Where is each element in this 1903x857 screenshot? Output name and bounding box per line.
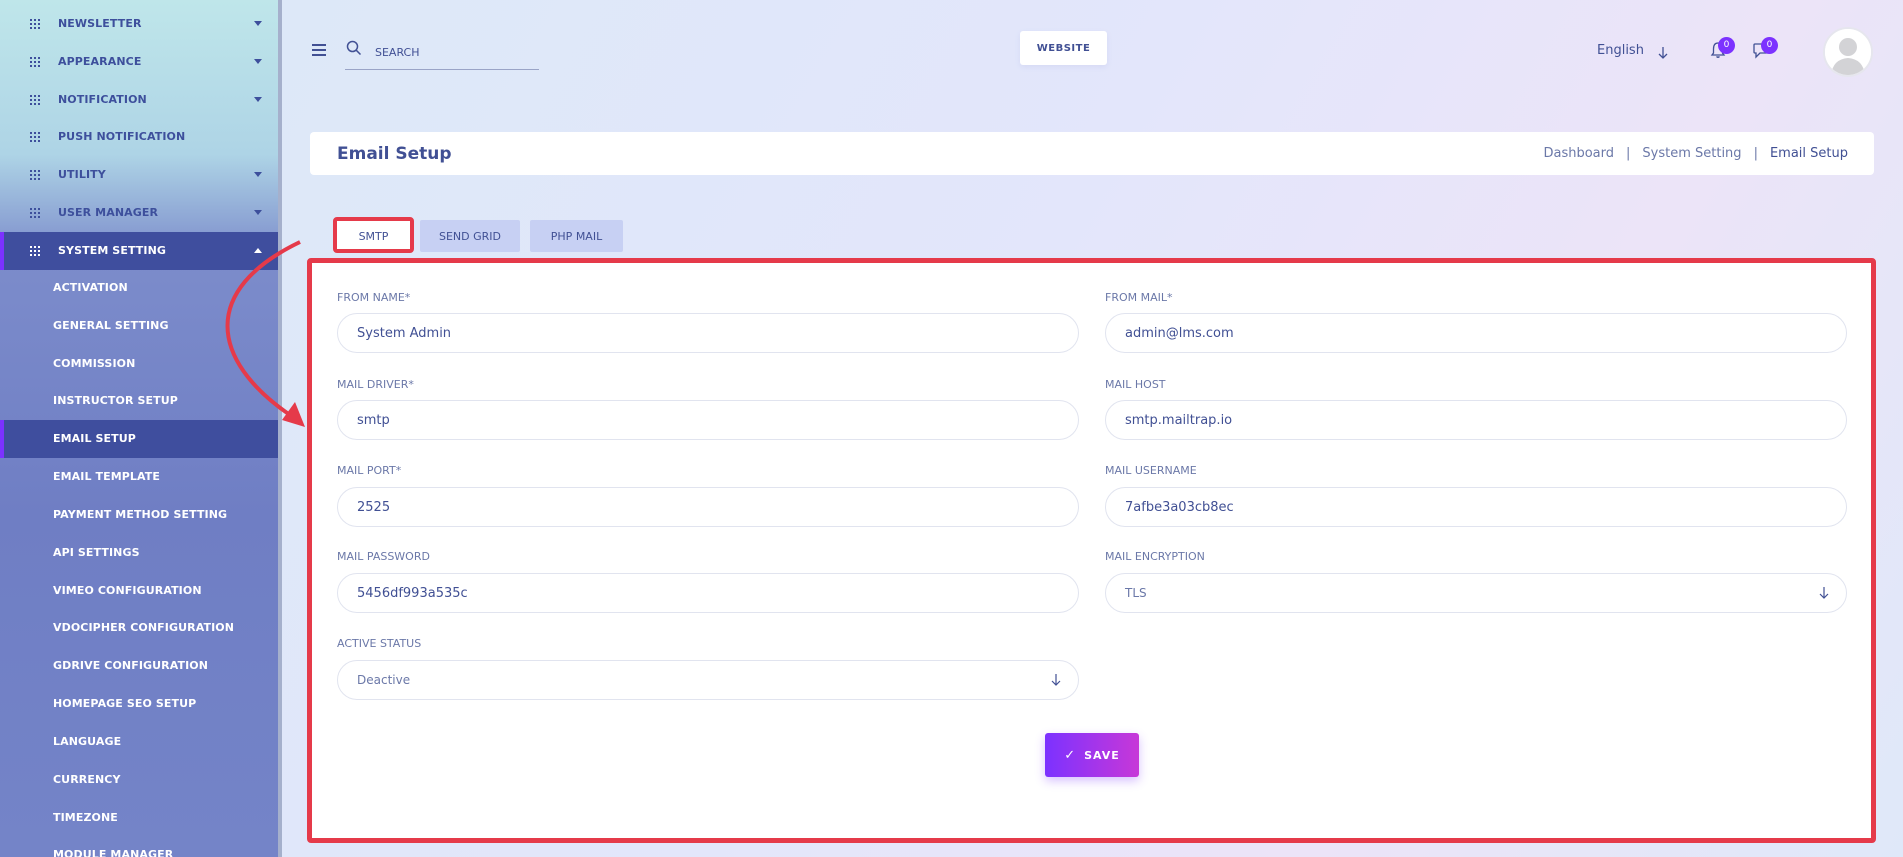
- sidebar-subitem-module-manager[interactable]: MODULE MANAGER: [0, 836, 280, 857]
- website-button[interactable]: WEBSITE: [1020, 31, 1107, 65]
- sidebar-subitem-label: EMAIL TEMPLATE: [53, 470, 161, 483]
- avatar[interactable]: [1823, 27, 1873, 77]
- sidebar-subitem-label: GENERAL SETTING: [53, 319, 169, 332]
- grid-icon: [30, 19, 40, 29]
- sidebar-item-label: SYSTEM SETTING: [58, 244, 167, 257]
- sidebar-subitem-label: API SETTINGS: [53, 546, 140, 559]
- grid-icon: [30, 246, 40, 256]
- tab-php-mail[interactable]: PHP MAIL: [530, 220, 623, 252]
- language-selector[interactable]: English: [1597, 43, 1644, 58]
- sidebar-subitem-vimeo-configuration[interactable]: VIMEO CONFIGURATION: [0, 572, 280, 610]
- breadcrumb-separator: |: [1753, 146, 1758, 161]
- chevron-down-icon: [254, 97, 262, 102]
- breadcrumb-system-setting[interactable]: System Setting: [1642, 146, 1741, 161]
- sidebar-subitem-language[interactable]: LANGUAGE: [0, 723, 280, 761]
- sidebar-subitem-label: HOMEPAGE SEO SETUP: [53, 697, 197, 710]
- sidebar-subitem-label: VIMEO CONFIGURATION: [53, 584, 202, 597]
- sidebar-subitem-vdocipher-configuration[interactable]: VDOCIPHER CONFIGURATION: [0, 609, 280, 647]
- sidebar-subitem-label: MODULE MANAGER: [53, 848, 174, 857]
- sidebar-subitem-label: GDRIVE CONFIGURATION: [53, 659, 209, 672]
- page-header-card: Email Setup Dashboard | System Setting |…: [310, 132, 1874, 175]
- sidebar-subitem-label: VDOCIPHER CONFIGURATION: [53, 621, 235, 634]
- sidebar-subitem-label: LANGUAGE: [53, 735, 122, 748]
- chevron-down-icon: [254, 59, 262, 64]
- grid-icon: [30, 132, 40, 142]
- sidebar-subitem-api-settings[interactable]: API SETTINGS: [0, 534, 280, 572]
- sidebar-subitem-homepage-seo-setup[interactable]: HOMEPAGE SEO SETUP: [0, 685, 280, 723]
- tab-send-grid[interactable]: SEND GRID: [420, 220, 520, 252]
- sidebar-subitem-email-template[interactable]: EMAIL TEMPLATE: [0, 458, 280, 496]
- breadcrumb: Dashboard | System Setting | Email Setup: [1543, 146, 1848, 161]
- chevron-up-icon: [254, 248, 262, 253]
- grid-icon: [30, 95, 40, 105]
- sidebar-subitem-label: EMAIL SETUP: [53, 432, 136, 445]
- message-badge: 0: [1761, 37, 1778, 54]
- chevron-down-icon: [254, 172, 262, 177]
- sidebar-item-appearance[interactable]: APPEARANCE: [0, 43, 280, 81]
- search-input[interactable]: [345, 36, 539, 70]
- sidebar-item-label: USER MANAGER: [58, 206, 159, 219]
- hamburger-menu-icon[interactable]: [312, 44, 326, 56]
- sidebar-subitem-label: CURRENCY: [53, 773, 121, 786]
- sidebar-item-user-manager[interactable]: USER MANAGER: [0, 194, 280, 232]
- sidebar-item-utility[interactable]: UTILITY: [0, 156, 280, 194]
- sidebar-subitem-label: ACTIVATION: [53, 281, 128, 294]
- chevron-down-icon: [254, 210, 262, 215]
- sidebar-scrollbar[interactable]: [278, 0, 282, 857]
- user-silhouette-icon: [1825, 29, 1871, 75]
- sidebar-item-push-notification[interactable]: PUSH NOTIFICATION: [0, 118, 280, 156]
- sidebar-item-label: UTILITY: [58, 168, 106, 181]
- sidebar: NEWSLETTER APPEARANCE NOTIFICATION PUSH …: [0, 0, 280, 857]
- tab-annotation-highlight: [333, 217, 414, 253]
- sidebar-subitem-timezone[interactable]: TIMEZONE: [0, 799, 280, 837]
- sidebar-subitem-label: COMMISSION: [53, 357, 136, 370]
- sidebar-item-label: NOTIFICATION: [58, 93, 147, 106]
- sidebar-subitem-label: PAYMENT METHOD SETTING: [53, 508, 228, 521]
- page-title: Email Setup: [337, 144, 452, 164]
- sidebar-subitem-currency[interactable]: CURRENCY: [0, 761, 280, 799]
- sidebar-subitem-general-setting[interactable]: GENERAL SETTING: [0, 307, 280, 345]
- sidebar-subitem-activation[interactable]: ACTIVATION: [0, 269, 280, 307]
- sidebar-item-label: APPEARANCE: [58, 55, 142, 68]
- form-annotation-highlight: [307, 258, 1876, 843]
- sidebar-item-label: PUSH NOTIFICATION: [58, 130, 186, 143]
- breadcrumb-email-setup: Email Setup: [1769, 146, 1848, 161]
- sidebar-item-newsletter[interactable]: NEWSLETTER: [0, 5, 280, 43]
- sidebar-subitem-gdrive-configuration[interactable]: GDRIVE CONFIGURATION: [0, 647, 280, 685]
- grid-icon: [30, 170, 40, 180]
- sidebar-subitem-label: TIMEZONE: [53, 811, 118, 824]
- chevron-down-icon: [254, 21, 262, 26]
- grid-icon: [30, 57, 40, 67]
- sidebar-subitem-payment-method-setting[interactable]: PAYMENT METHOD SETTING: [0, 496, 280, 534]
- breadcrumb-dashboard[interactable]: Dashboard: [1543, 146, 1614, 161]
- breadcrumb-separator: |: [1626, 146, 1631, 161]
- notification-badge: 0: [1718, 37, 1735, 54]
- arrow-down-icon[interactable]: [1657, 46, 1669, 60]
- sidebar-subitem-instructor-setup[interactable]: INSTRUCTOR SETUP: [0, 382, 280, 420]
- sidebar-subitem-label: INSTRUCTOR SETUP: [53, 394, 178, 407]
- sidebar-item-system-setting[interactable]: SYSTEM SETTING: [0, 232, 280, 270]
- grid-icon: [30, 208, 40, 218]
- sidebar-subitem-email-setup[interactable]: EMAIL SETUP: [0, 420, 280, 458]
- sidebar-subitem-commission[interactable]: COMMISSION: [0, 345, 280, 383]
- sidebar-item-notification[interactable]: NOTIFICATION: [0, 81, 280, 119]
- sidebar-item-label: NEWSLETTER: [58, 17, 142, 30]
